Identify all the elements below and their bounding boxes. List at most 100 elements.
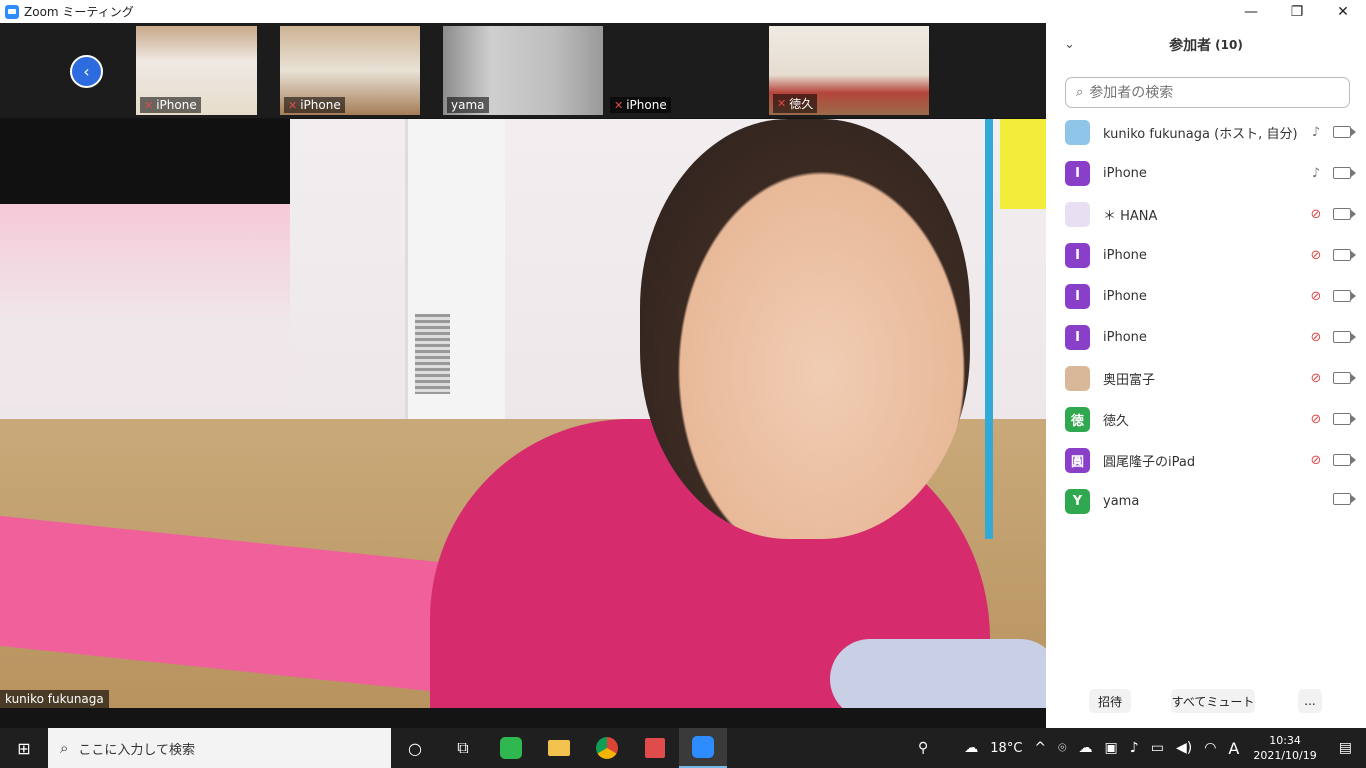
participant-row[interactable]: IiPhone ⊘	[1046, 276, 1366, 317]
panel-title: 参加者	[1169, 38, 1212, 54]
wifi-icon[interactable]: ◠	[1198, 740, 1222, 756]
thumbnail-strip: ‹ ✕ iPhone ✕ iPhone yama ✕ iPhone ✕ 徳久	[0, 23, 1046, 118]
participant-row[interactable]: IiPhone ♪	[1046, 153, 1366, 194]
video-thumbnail[interactable]: ✕ 徳久	[769, 26, 929, 115]
participant-row[interactable]: ＊ HANA ⊘	[1046, 194, 1366, 235]
participant-row[interactable]: 圓圓尾隆子のiPad ⊘	[1046, 440, 1366, 481]
close-button[interactable]: ✕	[1320, 0, 1366, 23]
participant-avatar: I	[1065, 325, 1090, 350]
title-bar: Zoom ミーティング — ❐ ✕	[0, 0, 1366, 23]
video-camera-icon	[1333, 372, 1356, 384]
participant-avatar	[1065, 120, 1090, 145]
cortana-icon[interactable]: ○	[391, 728, 439, 768]
participant-row[interactable]: 奥田富子 ⊘	[1046, 358, 1366, 399]
participant-count: (10)	[1215, 38, 1243, 52]
participant-row[interactable]: Yyama	[1046, 481, 1366, 522]
participant-name: 奥田富子	[1103, 373, 1156, 388]
onedrive-icon[interactable]: ☁	[1073, 740, 1099, 756]
muted-mic-icon: ⊘	[1310, 247, 1322, 263]
video-camera-icon	[1333, 454, 1356, 466]
clock[interactable]: 10:34 2021/10/19	[1245, 733, 1324, 763]
muted-mic-icon: ⊘	[1310, 411, 1322, 427]
notification-icon[interactable]: ▤	[1325, 740, 1366, 756]
more-button[interactable]: ...	[1298, 689, 1322, 713]
search-icon: ⌕	[60, 739, 69, 757]
line-app-icon[interactable]	[487, 728, 535, 768]
participant-name: iPhone	[1103, 289, 1147, 304]
participant-name: 圓尾隆子のiPad	[1103, 455, 1196, 470]
participant-search[interactable]: ⌕	[1065, 77, 1350, 108]
video-camera-icon	[1333, 290, 1356, 302]
participant-avatar: Y	[1065, 489, 1090, 514]
people-icon[interactable]: ⚲	[912, 740, 934, 756]
thumbnail-name-label: ✕ iPhone	[610, 97, 671, 113]
window-controls: — ❐ ✕	[1228, 0, 1366, 23]
taskbar-search-placeholder: ここに入力して検索	[78, 742, 196, 758]
muted-mic-icon: ⊘	[1310, 452, 1322, 468]
muted-mic-icon: ✕	[288, 98, 298, 112]
participant-avatar: I	[1065, 161, 1090, 186]
zoom-taskbar-icon[interactable]	[679, 728, 727, 768]
video-camera-icon	[1333, 249, 1356, 261]
participant-row[interactable]: IiPhone ⊘	[1046, 235, 1366, 276]
participant-status-icons: ♪	[1309, 124, 1356, 140]
participant-avatar: I	[1065, 284, 1090, 309]
participant-row[interactable]: 徳徳久 ⊘	[1046, 399, 1366, 440]
muted-mic-icon: ✕	[614, 98, 624, 112]
thumbnail-name-label: ✕ iPhone	[140, 97, 201, 113]
participants-panel: ⌄ 参加者 (10) ⌕ kuniko fukunaga (ホスト, 自分)♪I…	[1046, 23, 1366, 728]
participant-name: iPhone	[1103, 330, 1147, 345]
video-thumbnail[interactable]: ✕ iPhone	[280, 26, 420, 115]
zoom-app-icon	[5, 4, 19, 19]
clock-time: 10:34	[1269, 734, 1301, 747]
participant-status-icons: ⊘	[1309, 288, 1356, 304]
participant-name: iPhone	[1103, 248, 1147, 263]
volume-icon[interactable]: ◀)	[1170, 740, 1198, 756]
participant-search-input[interactable]	[1089, 84, 1320, 101]
participant-status-icons: ⊘	[1309, 329, 1356, 345]
participant-avatar	[1065, 202, 1090, 227]
video-person-leg	[830, 639, 1046, 708]
ime-indicator[interactable]: A	[1222, 739, 1245, 758]
mute-all-button[interactable]: すべてミュート	[1171, 689, 1255, 713]
participant-avatar	[1065, 366, 1090, 391]
camera-icon[interactable]: ⌾	[1052, 740, 1072, 756]
chevron-down-icon[interactable]: ⌄	[1064, 37, 1075, 52]
battery-icon[interactable]: ▭	[1145, 740, 1170, 756]
chevron-up-icon[interactable]: ^	[1028, 740, 1052, 756]
minimize-button[interactable]: —	[1228, 0, 1274, 23]
video-pole	[985, 119, 993, 539]
panel-footer: 招待 すべてミュート ...	[1046, 686, 1366, 716]
chrome-icon[interactable]	[583, 728, 631, 768]
video-curtain	[0, 119, 290, 204]
video-camera-icon	[1333, 331, 1356, 343]
gift-app-icon[interactable]	[631, 728, 679, 768]
microphone-icon[interactable]: ♪	[1124, 740, 1145, 756]
weather-icon[interactable]: ☁	[934, 740, 984, 756]
participant-row[interactable]: kuniko fukunaga (ホスト, 自分) ♪	[1046, 112, 1366, 153]
file-explorer-icon[interactable]	[535, 728, 583, 768]
invite-button[interactable]: 招待	[1089, 689, 1131, 713]
weather-temp[interactable]: 18°C	[984, 741, 1028, 756]
task-view-icon[interactable]: ⧉	[439, 728, 487, 768]
main-speaker-video[interactable]: kuniko fukunaga	[0, 119, 1046, 708]
system-tray: ⚲ ☁ 18°C ^ ⌾ ☁ ▣ ♪ ▭ ◀) ◠ A 10:34 2021/1…	[912, 728, 1366, 768]
thumbnail-name-label: yama	[447, 97, 489, 113]
video-thumbnail[interactable]: yama	[443, 26, 603, 115]
search-icon: ⌕	[1076, 85, 1084, 100]
maximize-button[interactable]: ❐	[1274, 0, 1320, 23]
video-sign	[1000, 119, 1046, 209]
muted-mic-icon: ⊘	[1310, 370, 1322, 386]
back-arrow-icon[interactable]: ‹	[70, 55, 103, 88]
display-icon[interactable]: ▣	[1099, 740, 1124, 756]
video-thumbnail[interactable]: ✕ iPhone	[606, 26, 766, 115]
main-speaker-name: kuniko fukunaga	[0, 690, 109, 708]
video-thumbnail[interactable]: ✕ iPhone	[136, 26, 257, 115]
participant-name: yama	[1103, 494, 1140, 509]
window-title: Zoom ミーティング	[24, 5, 134, 19]
participant-avatar: 徳	[1065, 407, 1090, 432]
mic-icon: ♪	[1311, 124, 1321, 140]
participant-row[interactable]: IiPhone ⊘	[1046, 317, 1366, 358]
taskbar-search[interactable]: ⌕ ここに入力して検索	[48, 728, 391, 768]
windows-start-icon[interactable]: ⊞	[0, 728, 48, 768]
